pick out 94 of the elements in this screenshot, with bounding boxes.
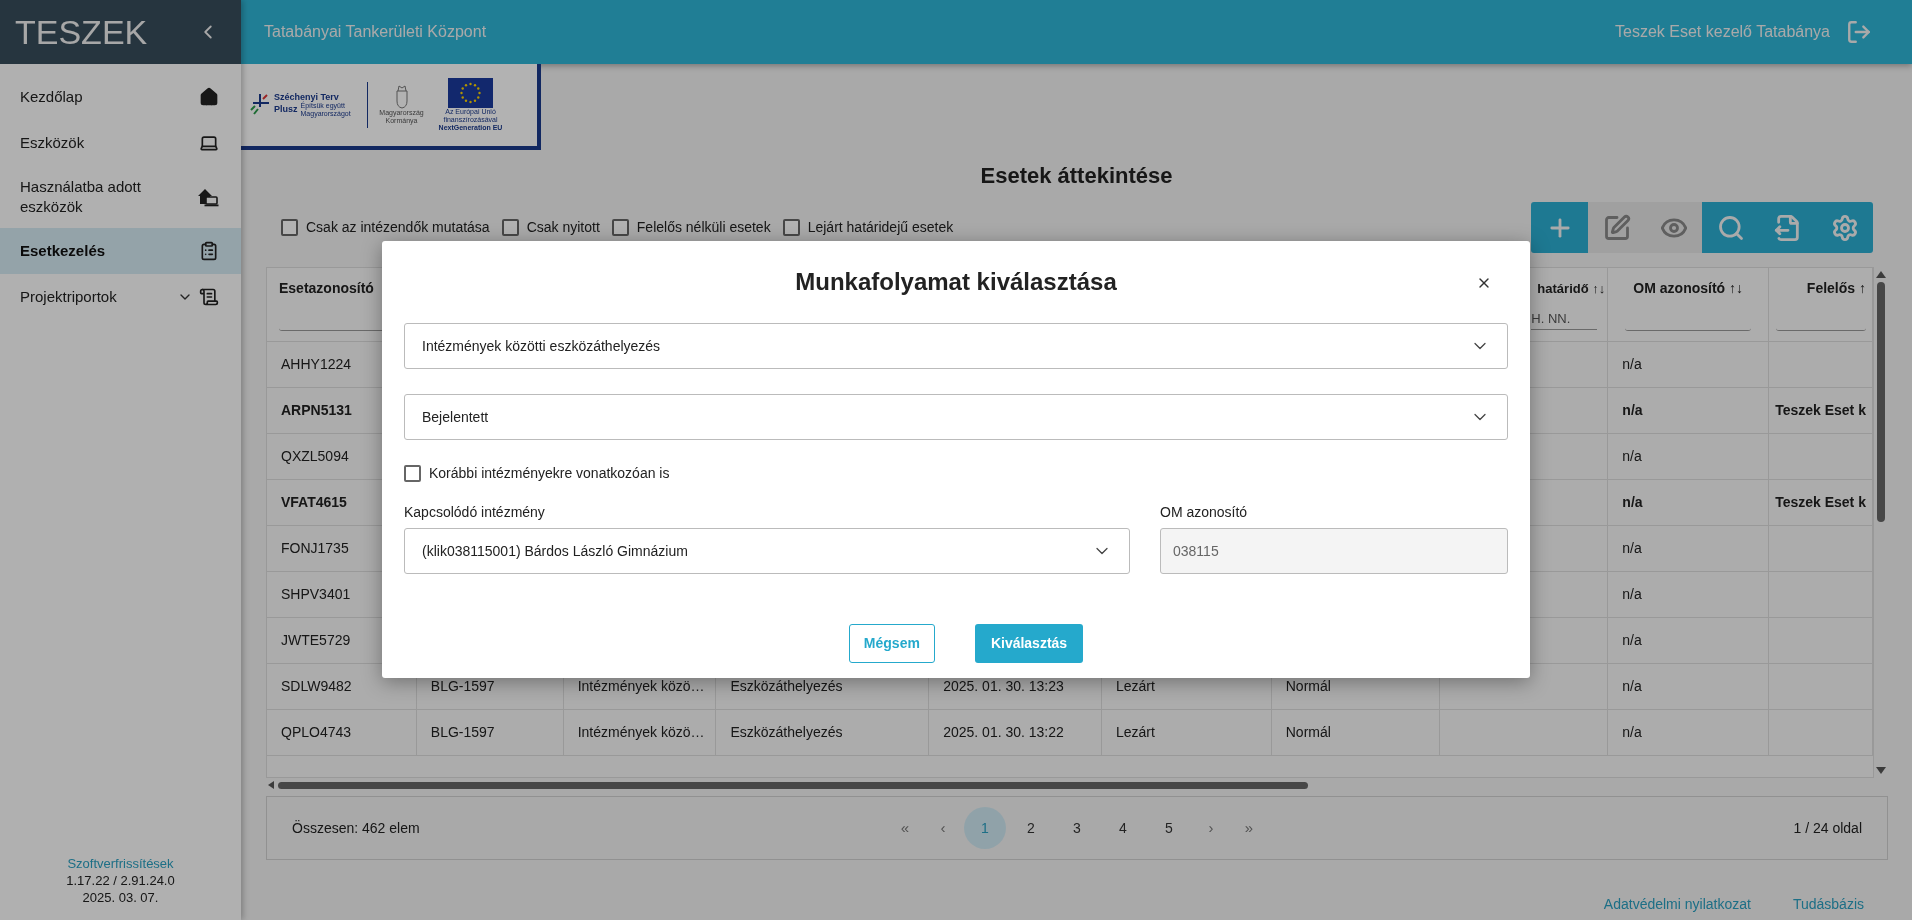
- page-button[interactable]: 3: [1056, 807, 1098, 849]
- home-icon: [199, 87, 219, 107]
- version-text: 1.17.22 / 2.91.24.0: [66, 872, 175, 889]
- table-cell-text: Eszközáthelyezés: [730, 723, 843, 742]
- field-label: OM azonosító: [1160, 503, 1249, 520]
- table-cell-text: Teszek Eset k: [1775, 401, 1866, 420]
- nav-item[interactable]: Esetkezelés: [0, 228, 241, 274]
- column-header[interactable]: OM azonosító ↑↓: [1633, 278, 1744, 299]
- table-cell-text: SDLW9482: [281, 677, 352, 696]
- table-cell-text: n/a: [1622, 401, 1643, 420]
- table-cell-text: ARPN5131: [281, 401, 352, 420]
- filter-label: Lejárt határidejű esetek: [807, 218, 954, 237]
- field-label: Kapcsolódó intézmény: [404, 503, 546, 520]
- column-header[interactable]: határidő ↑↓: [1537, 278, 1606, 299]
- table-cell-text: FONJ1735: [281, 539, 349, 558]
- search-button[interactable]: [1702, 202, 1759, 253]
- gear-icon: [1830, 213, 1859, 242]
- table-cell-text: 2025. 01. 30. 13:23: [943, 677, 1064, 696]
- filter-label: Csak az intézendők mutatása: [306, 218, 490, 237]
- house-laptop-icon: [197, 187, 219, 207]
- table-cell-text: SHPV3401: [281, 585, 351, 604]
- table-cell-text: Intézmények közö…: [577, 723, 705, 742]
- table-cell-text: Lezárt: [1115, 723, 1155, 742]
- table-cell-text: Teszek Eset k: [1775, 493, 1866, 512]
- table-cell-text: n/a: [1622, 493, 1643, 512]
- coat-of-arms-icon: [394, 85, 409, 109]
- table-cell-text: VFAT4615: [281, 493, 347, 512]
- table-cell-text: QXZL5094: [281, 447, 349, 466]
- filter-checkbox[interactable]: [501, 219, 519, 236]
- checkbox-label: Korábbi intézményekre vonatkozóan is: [429, 463, 670, 483]
- table-cell-text: Eszközáthelyezés: [730, 677, 843, 696]
- table-row[interactable]: QPLO4743 BLG-1597 Intézmények közö… Eszközáthelyezés 2025. 01. 30. 13:22 Lezárt Normál n/a: [267, 710, 1873, 756]
- user-name: Teszek Eset kezelő Tatabánya: [1615, 22, 1830, 42]
- nav-label: Projektriportok: [20, 287, 118, 307]
- eu-flag-icon: [448, 78, 493, 108]
- table-cell-text: n/a: [1622, 585, 1642, 604]
- table-cell-text: n/a: [1622, 677, 1642, 696]
- total-count: Összesen: 462 elem: [292, 818, 421, 838]
- institution-select[interactable]: (klik038115001) Bárdos László Gimnázium: [404, 528, 1130, 574]
- table-cell-text: n/a: [1622, 447, 1642, 466]
- table-cell-text: Normál: [1285, 723, 1331, 742]
- search-icon: [1716, 213, 1745, 242]
- column-filter-field[interactable]: H. NN.: [1531, 308, 1598, 331]
- table-cell-text: Intézmények közö…: [577, 677, 705, 696]
- nav-item[interactable]: Kezdőlap: [0, 74, 241, 120]
- program-plus: Plusz: [274, 105, 298, 114]
- scroll-icon: [199, 287, 219, 307]
- nav-label: Eszközök: [20, 133, 86, 153]
- cross-logo-icon: [249, 94, 271, 116]
- page-button[interactable]: 2: [1010, 807, 1052, 849]
- page-button[interactable]: 4: [1102, 807, 1144, 849]
- page-button[interactable]: 5: [1148, 807, 1190, 849]
- app-logo-text: TESZEK: [15, 15, 148, 49]
- nav-item[interactable]: Eszközök: [0, 120, 241, 166]
- page-title: Esetek áttekintése: [980, 161, 1173, 190]
- settings-button[interactable]: [1816, 202, 1873, 253]
- table-cell-text: 2025. 01. 30. 13:22: [943, 723, 1064, 742]
- page-info: 1 / 24 oldal: [1792, 818, 1862, 838]
- filter-label: Csak nyitott: [526, 218, 600, 237]
- table-cell-text: JWTE5729: [281, 631, 351, 650]
- nav-item[interactable]: Használatba adott eszközök: [0, 166, 241, 228]
- column-header[interactable]: Felelős ↑: [1806, 278, 1866, 299]
- first-page-button[interactable]: «: [886, 809, 924, 847]
- nav-label: Kezdőlap: [20, 87, 84, 107]
- file-export-icon: [1773, 213, 1802, 242]
- edit-icon: [1602, 213, 1631, 242]
- previous-institutions-checkbox[interactable]: [404, 464, 421, 482]
- table-cell-text: Lezárt: [1115, 677, 1155, 696]
- table-cell-text: Normál: [1285, 677, 1331, 696]
- program-title: Széchenyi Terv: [274, 92, 340, 102]
- clipboard-icon: [199, 241, 219, 261]
- laptop-icon: [199, 133, 219, 153]
- release-date: 2025. 03. 07.: [82, 889, 159, 906]
- table-cell-text: AHHY1224: [281, 355, 352, 374]
- nav-label: Esetkezelés: [20, 241, 107, 261]
- organization-name: Tatabányai Tankerületi Központ: [264, 22, 487, 42]
- filter-checkbox[interactable]: [281, 219, 298, 236]
- column-header[interactable]: Esetazonosító: [279, 278, 374, 299]
- table-cell-text: n/a: [1622, 631, 1642, 650]
- filter-checkbox[interactable]: [611, 219, 629, 236]
- table-cell-text: BLG-1597: [430, 677, 495, 696]
- table-cell-text: n/a: [1622, 539, 1642, 558]
- dialog-title: Munkafolyamat kiválasztása: [795, 267, 1117, 297]
- table-cell-text: n/a: [1622, 723, 1642, 742]
- status-select[interactable]: Bejelentett: [404, 394, 1508, 440]
- add-button[interactable]: [1531, 202, 1588, 253]
- table-cell-text: BLG-1597: [430, 723, 495, 742]
- nav-label: Használatba adott eszközök: [20, 177, 142, 217]
- workflow-select[interactable]: Intézmények közötti eszközáthelyezés: [404, 323, 1508, 369]
- filter-label: Felelős nélküli esetek: [636, 218, 771, 237]
- nav-item[interactable]: Projektriportok: [0, 274, 241, 320]
- table-cell-text: QPLO4743: [281, 723, 352, 742]
- filter-checkbox[interactable]: [782, 219, 800, 236]
- table-cell-text: n/a: [1622, 355, 1642, 374]
